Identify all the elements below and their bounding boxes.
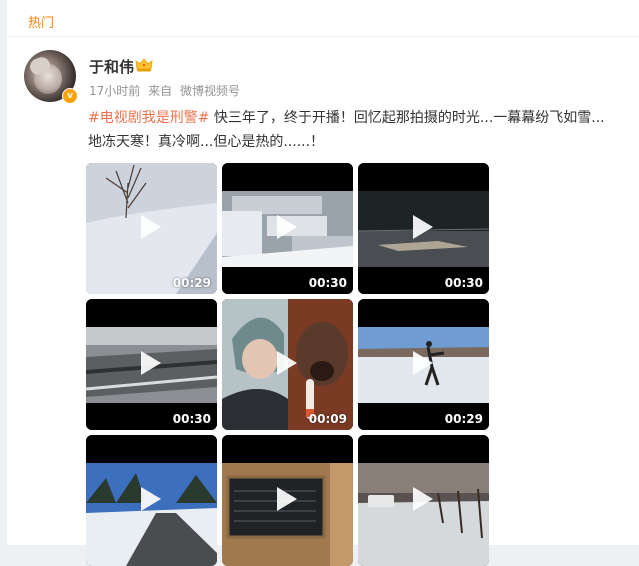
play-icon (141, 351, 161, 375)
play-icon (277, 487, 297, 511)
video-thumb-old-stone-plaque[interactable] (222, 435, 353, 566)
post-meta: 17小时前 来自 微博视频号 (89, 82, 244, 99)
play-icon (413, 487, 433, 511)
video-thumb-snow-field-person[interactable]: 00:29 (358, 299, 489, 430)
video-duration: 00:29 (172, 276, 211, 290)
plaque-scene (222, 463, 353, 566)
video-duration: 00:30 (444, 276, 483, 290)
hot-tab[interactable]: 热门 (28, 12, 54, 31)
snowy-road-scene (86, 463, 217, 566)
video-duration: 00:09 (308, 412, 347, 426)
play-icon (277, 215, 297, 239)
video-duration: 00:30 (308, 276, 347, 290)
play-icon (277, 351, 297, 375)
street-car-scene (358, 463, 489, 566)
source-prefix: 来自 (148, 84, 173, 98)
video-thumb-train-snow[interactable]: 00:30 (86, 299, 217, 430)
video-duration: 00:30 (172, 412, 211, 426)
verified-badge-icon: v (62, 88, 78, 104)
post-time[interactable]: 17小时前 (89, 84, 140, 98)
video-thumb-snow-street-car[interactable] (358, 435, 489, 566)
video-thumb-night-shore[interactable]: 00:30 (358, 163, 489, 294)
play-icon (141, 487, 161, 511)
play-icon (413, 215, 433, 239)
play-icon (141, 215, 161, 239)
video-duration: 00:29 (444, 412, 483, 426)
crown-icon (135, 58, 153, 72)
post-text: #电视剧我是刑警# 快三年了，终于开播！回忆起那拍摄的时光...一幕幕纷飞如雪.… (88, 106, 608, 154)
video-thumb-man-and-dog[interactable]: 00:09 (222, 299, 353, 430)
username[interactable]: 于和伟 (89, 56, 134, 77)
video-thumb-snow-tree[interactable]: 00:29 (86, 163, 217, 294)
hot-header: 热门 (7, 6, 639, 37)
hashtag-link[interactable]: #电视剧我是刑警# (88, 110, 209, 126)
video-thumb-snowy-buildings[interactable]: 00:30 (222, 163, 353, 294)
play-icon (413, 351, 433, 375)
video-thumb-snowy-road[interactable] (86, 435, 217, 566)
post-source[interactable]: 微博视频号 (180, 84, 240, 98)
